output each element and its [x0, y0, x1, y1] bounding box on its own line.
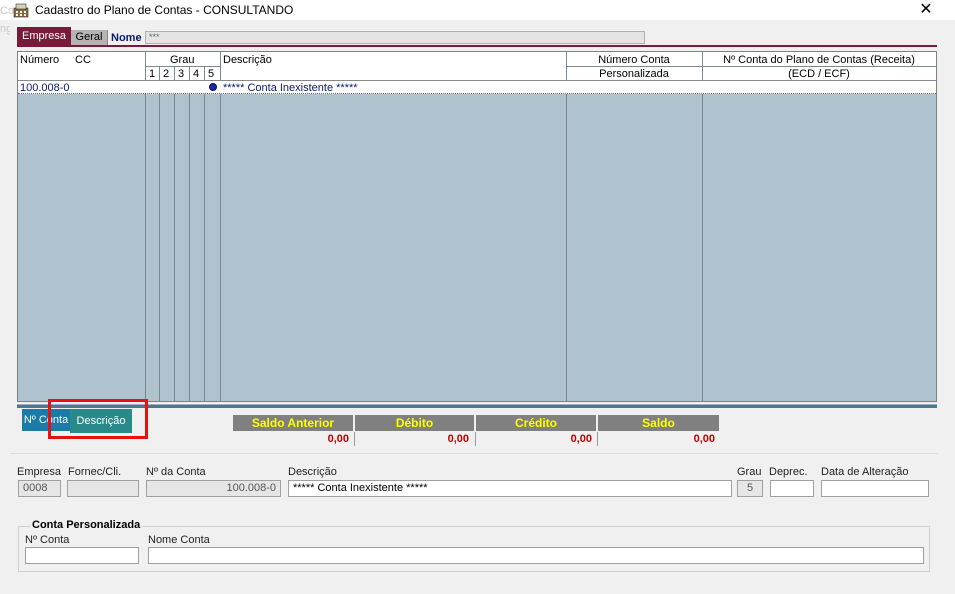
descricao-label: Descrição: [288, 466, 337, 478]
cp-nconta-field[interactable]: [25, 547, 139, 564]
window-title: Cadastro do Plano de Contas - CONSULTAND…: [35, 3, 294, 17]
deprec-label: Deprec.: [769, 466, 808, 478]
header-grau-5: 5: [208, 68, 215, 80]
data-alteracao-field[interactable]: [821, 480, 929, 497]
nconta-field[interactable]: 100.008-0: [146, 480, 281, 497]
header-grau-1: 1: [149, 68, 156, 80]
tab-empresa[interactable]: Empresa: [17, 27, 71, 46]
header-grau-2: 2: [163, 68, 170, 80]
empresa-label: Empresa: [17, 466, 62, 478]
table-row[interactable]: [18, 81, 936, 94]
nome-label: Nome: [111, 32, 142, 44]
accounts-grid[interactable]: [17, 51, 937, 402]
header-numero[interactable]: Número: [20, 54, 59, 66]
fornec-field[interactable]: [67, 480, 139, 497]
fornec-label: Fornec/Cli.: [68, 466, 122, 478]
grau-header-divider: [145, 66, 221, 67]
nome-field[interactable]: ***: [145, 31, 645, 44]
debito-value: 0,00: [447, 433, 469, 445]
nconta-label: Nº da Conta: [146, 466, 206, 478]
highlight-box: [48, 399, 148, 439]
saldo-anterior-value: 0,00: [327, 433, 349, 445]
grid-divider: [566, 52, 567, 402]
tab-geral[interactable]: Geral: [71, 30, 108, 45]
data-alteracao-label: Data de Alteração: [821, 466, 909, 478]
grid-divider: [189, 66, 190, 402]
header-descricao[interactable]: Descrição: [223, 54, 272, 66]
header-ecd-ecf: (ECD / ECF): [788, 68, 850, 80]
grid-divider: [204, 66, 205, 402]
credito-header: Crédito: [476, 415, 596, 431]
grid-divider: [174, 66, 175, 402]
header-grau[interactable]: Grau: [170, 54, 194, 66]
saldo-anterior-header: Saldo Anterior: [233, 415, 353, 431]
grau-label: Grau: [737, 466, 762, 478]
conta-header-divider: [566, 66, 936, 67]
grid-divider: [145, 52, 146, 402]
header-receita[interactable]: Nº Conta do Plano de Contas (Receita): [702, 54, 936, 66]
row-descricao: ***** Conta Inexistente *****: [223, 82, 358, 94]
cp-nome-field[interactable]: [148, 547, 924, 564]
grid-divider: [159, 66, 160, 402]
header-numero-conta[interactable]: Número Conta: [566, 54, 702, 66]
debito-header: Débito: [355, 415, 474, 431]
grid-divider: [220, 52, 221, 402]
descricao-field[interactable]: ***** Conta Inexistente *****: [288, 480, 732, 497]
saldo-value: 0,00: [693, 433, 715, 445]
grid-divider: [702, 52, 703, 402]
row-numero: 100.008-0: [20, 82, 70, 94]
credito-value: 0,00: [570, 433, 592, 445]
saldo-header: Saldo: [598, 415, 719, 431]
grid-bottom-bar: [17, 404, 937, 408]
app-icon: [13, 2, 29, 18]
cp-nome-label: Nome Conta: [148, 534, 210, 546]
deprec-field[interactable]: [770, 480, 814, 497]
grau-field[interactable]: 5: [737, 480, 763, 497]
header-grau-3: 3: [178, 68, 185, 80]
empresa-field[interactable]: 0008: [18, 480, 61, 497]
cp-nconta-label: Nº Conta: [25, 534, 70, 546]
tab-underline: [17, 45, 937, 47]
header-grau-4: 4: [193, 68, 200, 80]
header-cc[interactable]: CC: [75, 54, 91, 66]
close-button[interactable]: ✕: [912, 0, 940, 20]
conta-personalizada-title: Conta Personalizada: [30, 519, 143, 531]
header-personalizada: Personalizada: [599, 68, 669, 80]
grau-5-indicator-icon: [209, 83, 217, 91]
